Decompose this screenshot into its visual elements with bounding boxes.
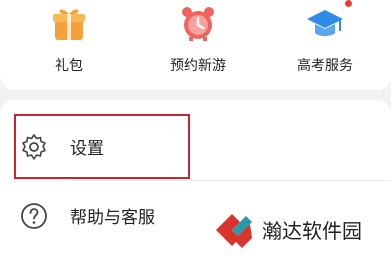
watermark-text: 瀚达软件园 <box>262 219 362 243</box>
help-label: 帮助与客服 <box>70 208 155 228</box>
watermark: 瀚达软件园 <box>192 202 391 257</box>
notification-dot <box>345 0 352 7</box>
shortcut-panel: 礼包 预约新游 高考服务 <box>0 0 391 90</box>
settings-highlight-box <box>14 114 190 179</box>
gift-shortcut[interactable]: 礼包 <box>14 0 124 90</box>
reserve-games-shortcut[interactable]: 预约新游 <box>143 0 253 90</box>
gaokao-service-shortcut[interactable]: 高考服务 <box>270 0 380 90</box>
gift-icon <box>53 9 85 40</box>
watermark-logo-icon <box>216 213 252 248</box>
divider <box>70 180 391 181</box>
gift-label: 礼包 <box>55 58 83 74</box>
reserve-games-label: 预约新游 <box>170 58 226 74</box>
graduation-cap-icon <box>307 10 343 36</box>
gaokao-service-label: 高考服务 <box>297 58 353 74</box>
help-circle-icon <box>21 203 47 229</box>
alarm-clock-icon <box>182 7 214 41</box>
